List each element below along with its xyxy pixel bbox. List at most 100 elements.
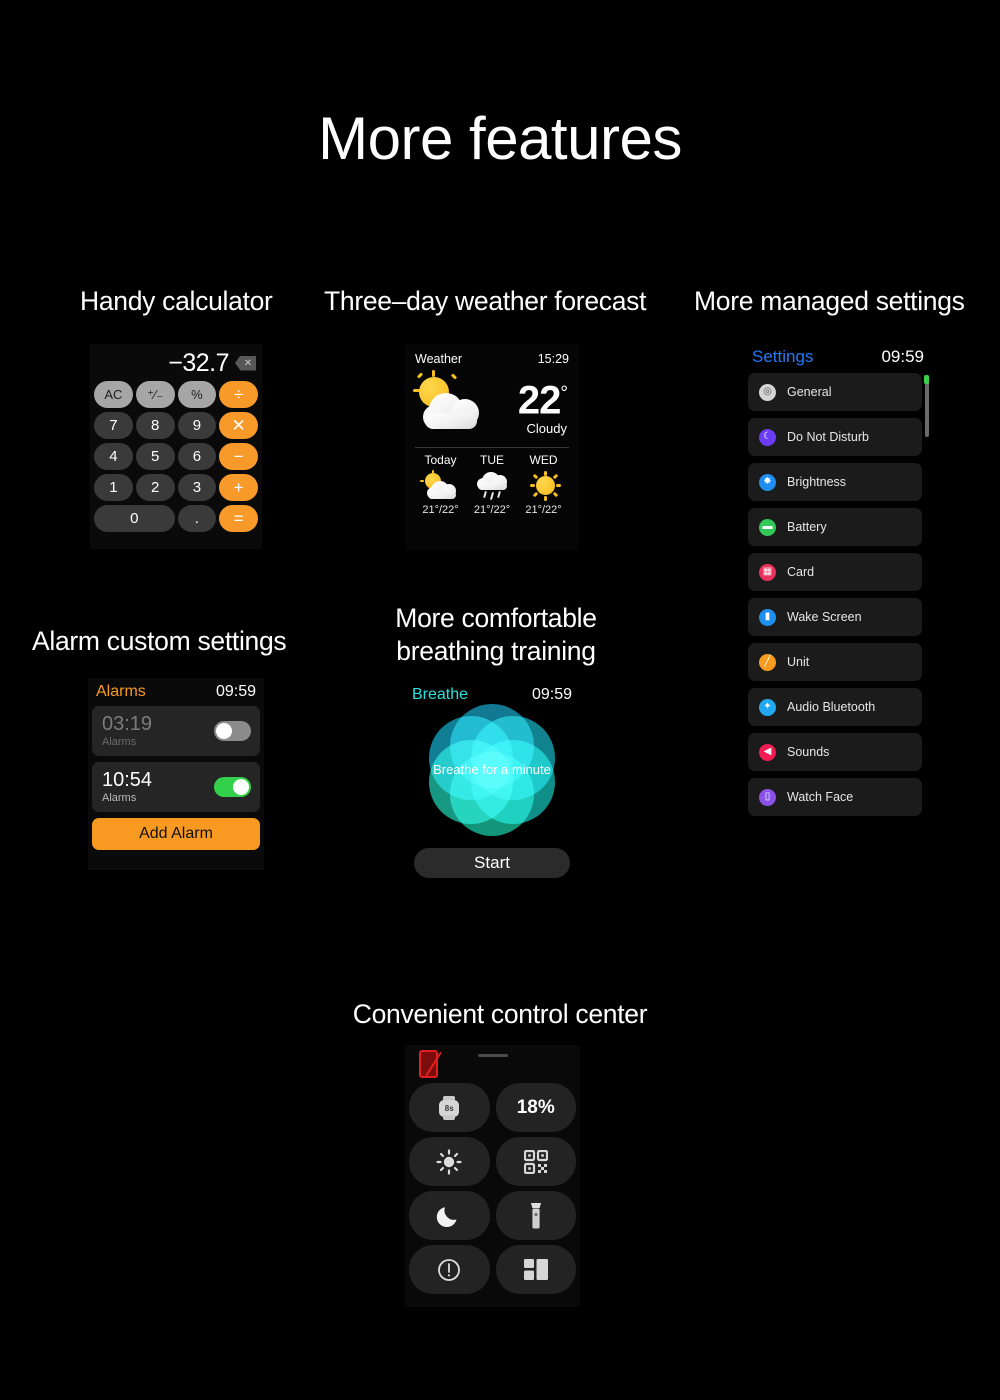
alarms-widget: Alarms 09:59 03:19 Alarms 10:54 Alarms Add … [88,678,264,870]
cc-tile-power[interactable]: 18% [495,1083,576,1132]
cc-tile-watch-8s-icon[interactable]: 8s [409,1083,490,1132]
alarms-list: 03:19 Alarms 10:54 Alarms [92,706,260,812]
divider [415,447,569,448]
calc-key-2[interactable]: 2 [135,474,175,501]
add-alarm-button[interactable]: Add Alarm [92,818,260,850]
cc-tile-info-circle-icon[interactable] [409,1245,490,1294]
scrollbar[interactable] [924,375,929,437]
battery-percent-value: 18% [516,1096,555,1118]
forecast-day: Today 21°/22° [415,453,466,516]
cc-tile-moon-icon[interactable] [409,1191,490,1240]
calc-key-.[interactable]: . [177,505,217,532]
calculator-keypad: AC ⁺∕₋% ÷ 7 8 9 ✕ 4 5 6− 1 2 3 +0. = [94,381,258,532]
settings-list[interactable]: ◎ General ☾ Do Not Disturb ✸ Brightness ▬ Batte… [748,373,930,816]
flashlight-icon [530,1202,541,1228]
cc-tile-brightness-icon[interactable] [409,1137,490,1186]
forecast-range: 21°/22° [422,504,459,516]
unit-icon: ╱ [759,653,776,671]
moon-icon: ☾ [759,428,776,446]
alarm-toggle[interactable] [214,721,251,741]
calc-key-AC[interactable]: AC [94,381,133,408]
breathe-header: Breathe 09:59 [412,686,572,704]
card-grid-icon: ▦ [759,563,776,581]
watch-face-icon: ▯ [759,788,776,806]
heading-managed-settings: More managed settings [694,286,965,316]
heading-control-center: Convenient control center [352,999,648,1029]
moon-icon [437,1206,457,1227]
heading-weather-forecast: Three–day weather forecast [324,286,647,316]
page-title: More features [318,105,682,172]
settings-row-general[interactable]: ◎ General [748,373,922,411]
settings-row-label: Battery [787,520,827,534]
settings-row-label: General [787,385,832,399]
qr-code-icon [523,1149,548,1174]
brightness-icon [436,1148,462,1175]
forecast-day-name: WED [529,453,558,467]
alarm-row[interactable]: 10:54 Alarms [92,762,260,812]
weather-time: 15:29 [537,352,569,366]
calc-key-÷[interactable]: ÷ [219,381,258,408]
heading-alarm-settings: Alarm custom settings [32,626,287,656]
drag-handle[interactable] [477,1054,508,1057]
alarms-time: 09:59 [215,683,256,700]
gear-icon: ◎ [759,383,776,401]
calc-key-1[interactable]: 1 [94,474,133,501]
calc-key-8[interactable]: 8 [135,412,175,439]
poster-root: More features Handy calculator Three–day… [0,0,1000,1400]
backspace-icon[interactable]: ✕ [235,355,256,371]
forecast-day: WED 21°/22° [518,453,569,516]
calc-key-0[interactable]: 0 [94,505,175,532]
cc-tile-card-grid-icon[interactable] [495,1245,576,1294]
settings-row-wake-screen[interactable]: ▮ Wake Screen [748,598,922,636]
weather-forecast-row: Today 21°/22° TUE 21°/22° WED 21°/22° [415,453,569,516]
alarm-subtitle: Alarms [102,735,137,748]
breathe-title: Breathe [412,686,469,703]
forecast-day-name: TUE [480,453,504,467]
breathe-prompt: Breathe for a minute [433,762,551,777]
alarm-row[interactable]: 03:19 Alarms [92,706,260,756]
heading-breathing-training: More comfortable breathing training [395,603,597,666]
settings-row-label: Sounds [787,745,830,759]
alarm-toggle[interactable] [214,777,251,797]
calc-key-%[interactable]: % [177,381,217,408]
settings-row-do-not-disturb[interactable]: ☾ Do Not Disturb [748,418,922,456]
forecast-range: 21°/22° [525,504,562,516]
alarms-header: Alarms 09:59 [92,681,260,706]
calc-key-✕[interactable]: ✕ [219,412,258,439]
calc-key-=[interactable]: = [219,505,258,532]
settings-row-audio-bluetooth[interactable]: ✦ Audio Bluetooth [748,688,922,726]
calculator-value: −32.7 [168,348,229,377]
calc-key-+[interactable]: + [219,474,258,501]
calc-key-3[interactable]: 3 [177,474,217,501]
calc-key-7[interactable]: 7 [94,412,133,439]
alarm-info: 03:19 Alarms [102,712,153,749]
calc-key-9[interactable]: 9 [177,412,217,439]
weather-temp-block: 22° Cloudy [493,374,569,436]
calculator-display: −32.7 ✕ [94,348,258,378]
watch-8s-icon: 8s [439,1095,460,1120]
speaker-icon: ◀ [759,743,776,761]
settings-row-card[interactable]: ▦ Card [748,553,922,591]
calc-key-5[interactable]: 5 [135,443,175,470]
breathe-widget: Breathe 09:59 Breathe for a minute Start [405,681,579,885]
calc-key-⁺∕₋[interactable]: ⁺∕₋ [135,381,175,408]
forecast-day: TUE 21°/22° [467,453,518,516]
cc-tile-qr-code-icon[interactable] [495,1137,576,1186]
calc-key-4[interactable]: 4 [94,443,133,470]
cc-tile-flashlight-icon[interactable] [495,1191,576,1240]
breathe-start-button[interactable]: Start [414,848,570,878]
settings-row-brightness[interactable]: ✸ Brightness [748,463,922,501]
card-grid-icon [523,1258,548,1280]
rain-cloud-icon [467,469,518,503]
calc-key-−[interactable]: − [219,443,258,470]
settings-row-unit[interactable]: ╱ Unit [748,643,922,681]
calc-key-6[interactable]: 6 [177,443,217,470]
control-center-tiles: 8s 18% [409,1083,576,1294]
weather-current: 22° Cloudy [413,369,569,441]
alarm-time: 03:19 [102,712,153,735]
settings-row-label: Watch Face [787,790,854,804]
sun-icon [518,469,569,503]
settings-row-battery[interactable]: ▬ Battery [748,508,922,546]
settings-row-watch-face[interactable]: ▯ Watch Face [748,778,922,816]
settings-row-sounds[interactable]: ◀ Sounds [748,733,922,771]
